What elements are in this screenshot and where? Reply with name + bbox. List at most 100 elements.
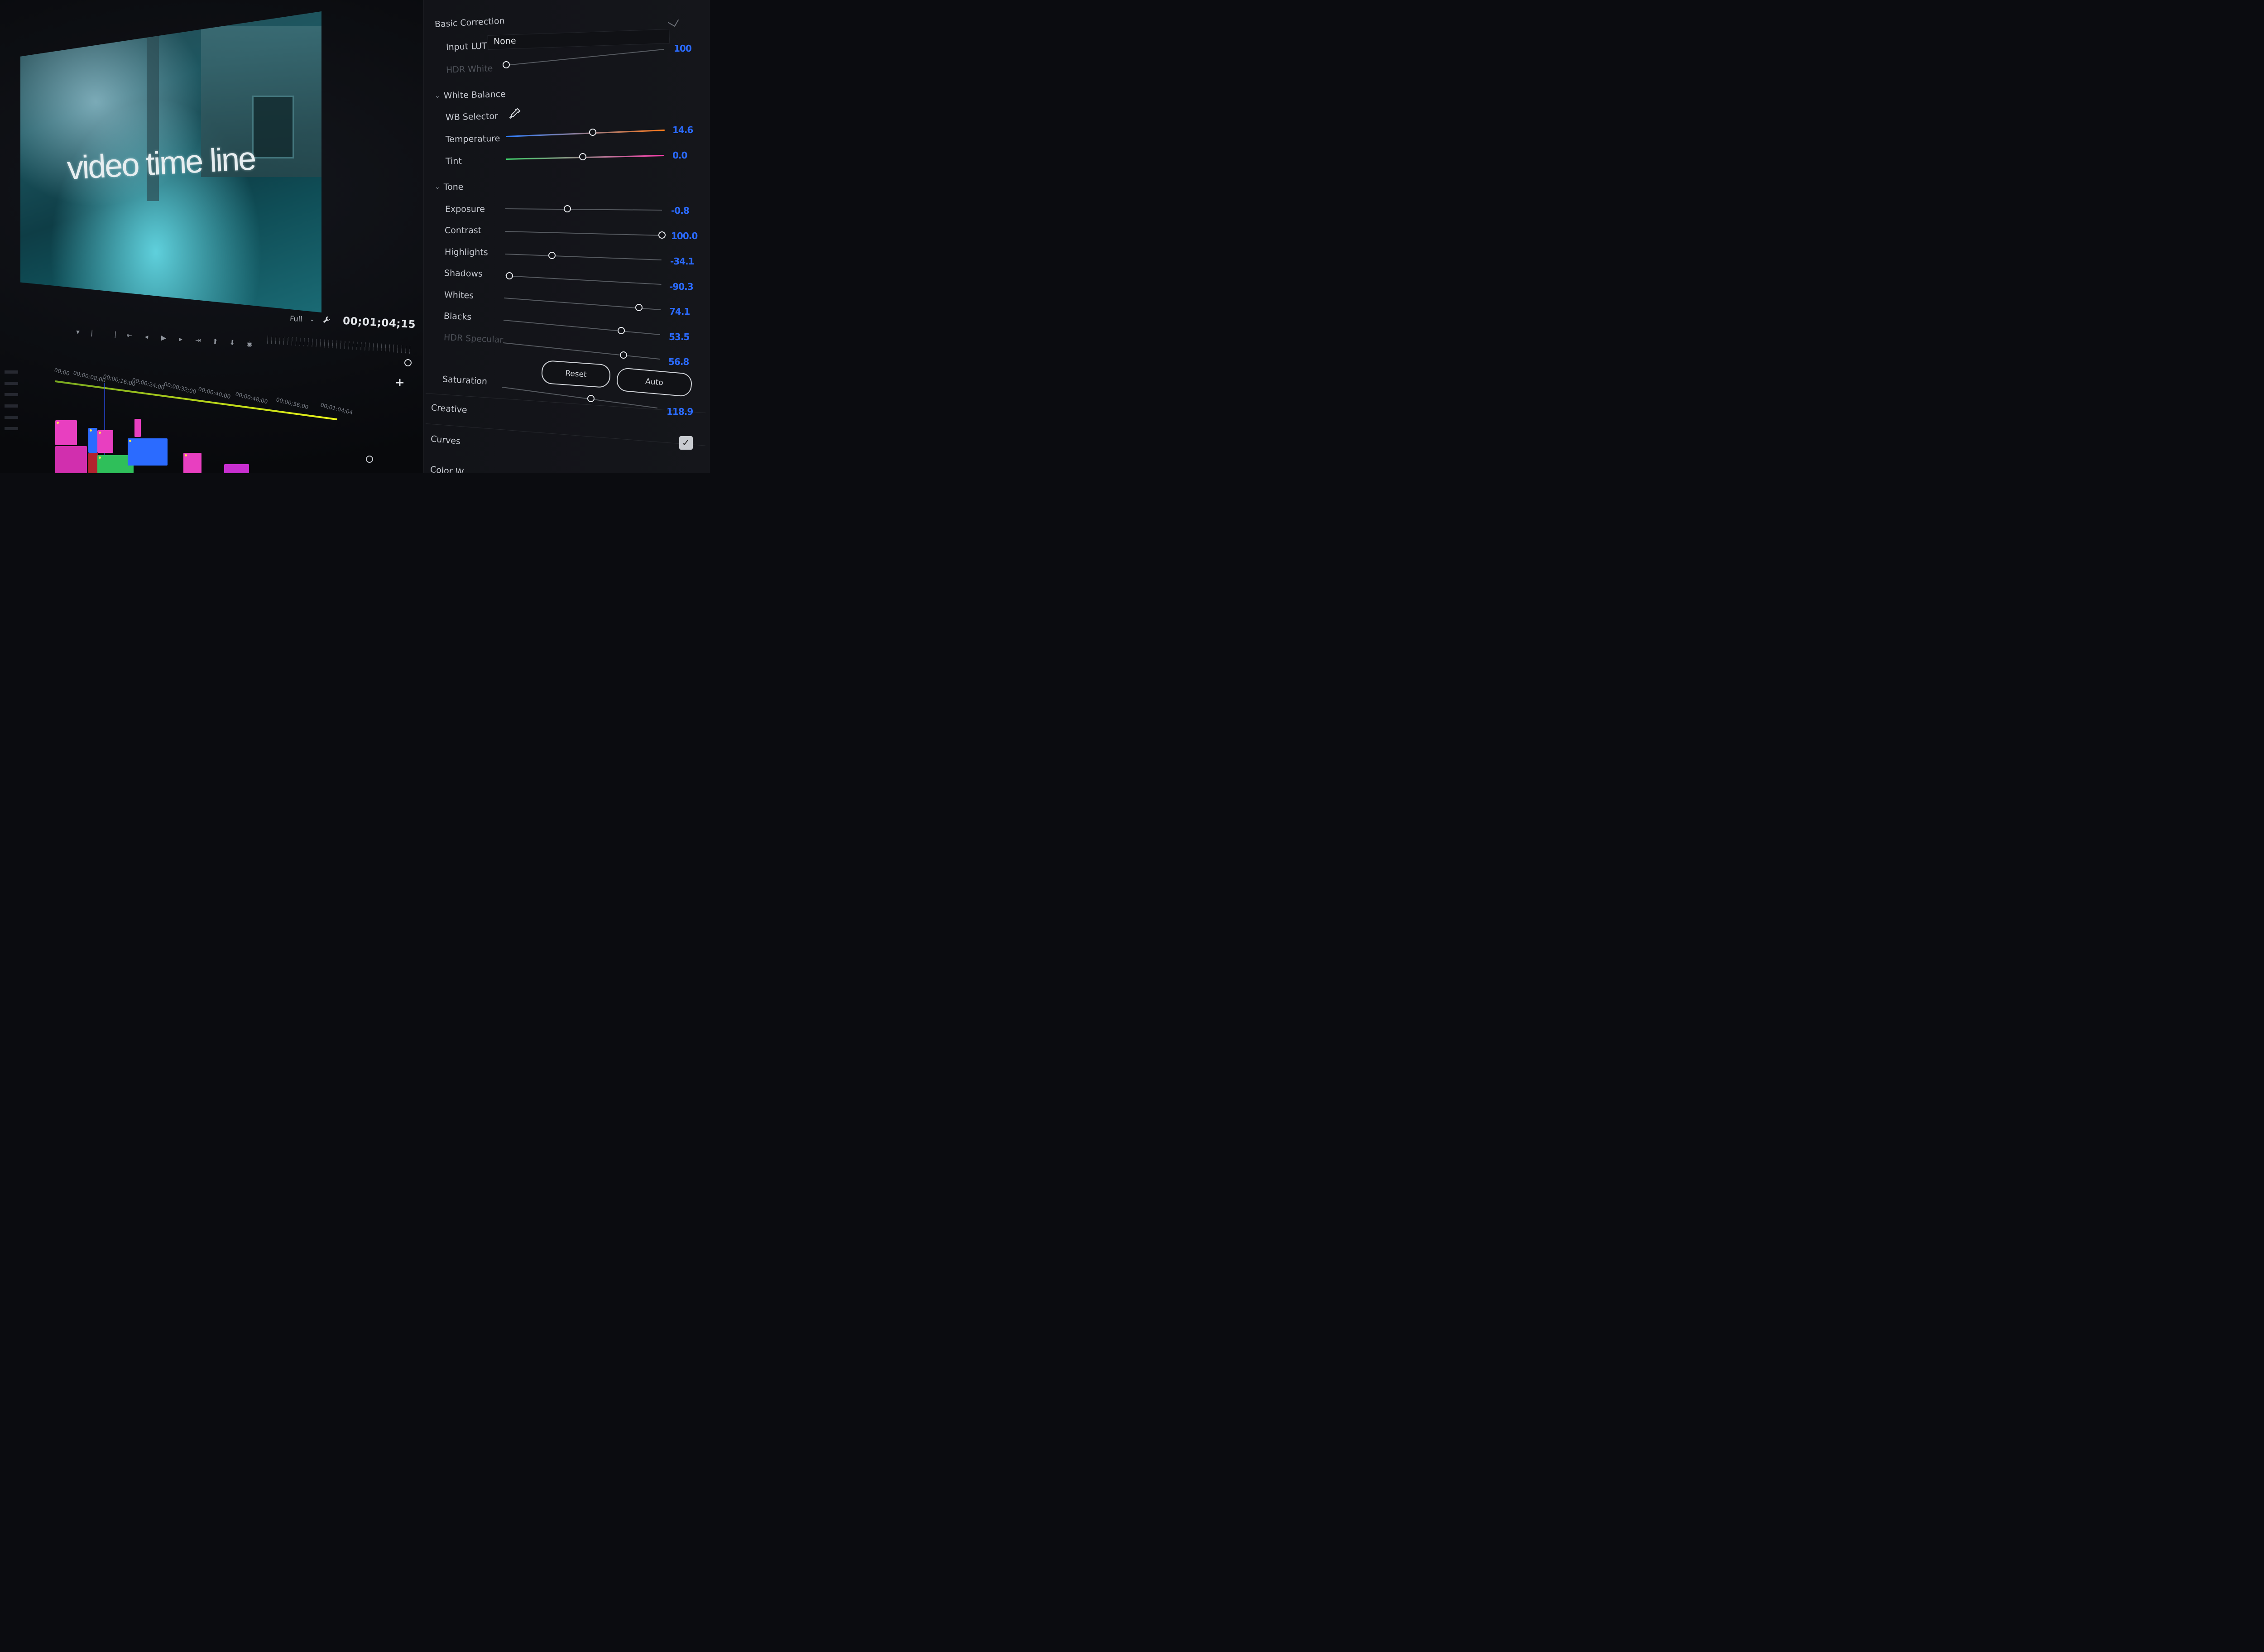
go-to-out-icon[interactable]: ⇥: [192, 336, 204, 346]
tint-label: Tint: [445, 156, 462, 167]
whites-value[interactable]: 74.1: [669, 306, 690, 317]
monitor-controls: Full ⌄ 00;01;04;15: [289, 309, 416, 334]
track-header[interactable]: [5, 416, 18, 419]
preview-window: [252, 96, 294, 159]
timeline-zoom-handle[interactable]: [366, 456, 373, 463]
whites-row: Whites: [444, 288, 474, 303]
hdr-specular-value[interactable]: 56.8: [668, 356, 689, 367]
hdr-white-value[interactable]: 100: [674, 43, 692, 54]
play-icon[interactable]: ▶: [158, 333, 169, 343]
video-clip[interactable]: [55, 420, 77, 445]
track-header[interactable]: [5, 404, 18, 408]
shadows-row: Shadows: [444, 266, 483, 280]
blacks-slider-handle[interactable]: [617, 327, 625, 334]
chevron-down-icon[interactable]: ⌄: [435, 183, 440, 191]
input-lut-value: None: [493, 36, 516, 47]
temperature-label: Temperature: [445, 133, 500, 145]
saturation-value[interactable]: 118.9: [667, 406, 693, 417]
chevron-down-icon[interactable]: ⌄: [435, 92, 440, 100]
timecode-display[interactable]: 00;01;04;15: [342, 315, 416, 331]
time-ruler[interactable]: 00;00 00;00;08;00 00;00;16;00 00;00;24;00 00…: [53, 362, 380, 416]
ruler-timecode: 00;00;40;00: [197, 386, 231, 400]
ruler-timecode: 00;00;48;00: [235, 391, 269, 405]
step-back-icon[interactable]: ◂: [141, 332, 152, 342]
contrast-value[interactable]: 100.0: [671, 231, 698, 241]
highlights-label: Highlights: [444, 247, 488, 258]
video-clip[interactable]: [134, 419, 141, 437]
ruler-timecode: 00;00;56;00: [275, 396, 309, 411]
monitor-scrub-ruler[interactable]: [267, 335, 413, 354]
wrench-icon[interactable]: [322, 315, 332, 325]
whites-slider-handle[interactable]: [635, 304, 643, 312]
creative-heading: Creative: [431, 403, 468, 415]
clip-marker: [185, 454, 187, 456]
go-to-in-icon[interactable]: ⇤: [124, 331, 135, 341]
chevron-down-icon[interactable]: ⌄: [309, 316, 315, 323]
fit-select[interactable]: Full: [290, 314, 302, 323]
section-tone[interactable]: ⌄ Tone: [435, 180, 463, 194]
blacks-row: Blacks: [443, 309, 472, 324]
hdr-specular-row: HDR Specular: [443, 331, 504, 347]
mark-in-icon[interactable]: ⎸: [89, 328, 101, 338]
curves-heading: Curves: [430, 434, 461, 447]
clip-marker: [129, 440, 131, 442]
ruler-timecode: 00;00;08;00: [72, 370, 106, 384]
checkbox-checked-icon[interactable]: ✓: [679, 436, 693, 450]
reset-button[interactable]: Reset: [541, 360, 611, 389]
video-clip[interactable]: [183, 453, 201, 473]
reset-button-label: Reset: [565, 369, 587, 379]
ruler-timecode: 00;00;32;00: [163, 381, 197, 395]
ruler-timecode: 00;00;24;00: [131, 377, 165, 391]
saturation-slider-handle[interactable]: [587, 395, 595, 403]
temperature-slider-handle[interactable]: [589, 129, 596, 136]
hdr-specular-slider-handle[interactable]: [620, 351, 628, 359]
highlights-slider-handle[interactable]: [548, 251, 556, 259]
exposure-row: Exposure: [445, 202, 485, 216]
saturation-row: Saturation: [442, 372, 487, 388]
track-header[interactable]: [5, 393, 18, 396]
exposure-value[interactable]: -0.8: [671, 205, 690, 216]
video-clip[interactable]: [224, 464, 249, 473]
hdr-white-row: HDR White: [446, 62, 493, 77]
blacks-value[interactable]: 53.5: [669, 331, 690, 342]
video-clip[interactable]: [55, 446, 87, 473]
shadows-slider-handle[interactable]: [506, 272, 513, 279]
step-forward-icon[interactable]: ▸: [175, 334, 187, 344]
exposure-slider-handle[interactable]: [563, 205, 571, 213]
clip-marker: [99, 456, 101, 459]
section-curves[interactable]: Curves: [430, 432, 461, 448]
temperature-value[interactable]: 14.6: [672, 125, 693, 135]
highlights-value[interactable]: -34.1: [670, 256, 695, 267]
input-lut-row: Input LUT: [446, 39, 487, 54]
auto-button-label: Auto: [645, 377, 664, 388]
contrast-row: Contrast: [445, 224, 481, 237]
tint-row: Tint: [446, 154, 462, 168]
tint-slider-handle[interactable]: [579, 153, 586, 161]
input-lut-label: Input LUT: [446, 41, 487, 53]
tint-value[interactable]: 0.0: [672, 150, 687, 161]
video-clip[interactable]: [128, 438, 168, 466]
highlights-row: Highlights: [445, 245, 488, 259]
lift-icon[interactable]: ⬆: [210, 336, 221, 346]
track-header[interactable]: [5, 382, 18, 385]
basic-correction-heading: Basic Correction: [434, 15, 505, 30]
export-frame-icon[interactable]: ◉: [244, 339, 255, 349]
contrast-slider-handle[interactable]: [658, 231, 666, 239]
track-header[interactable]: [5, 427, 18, 430]
eyedropper-icon[interactable]: [508, 107, 522, 120]
shadows-value[interactable]: -90.3: [669, 281, 694, 292]
white-balance-heading: White Balance: [443, 89, 506, 101]
video-clip[interactable]: [97, 430, 113, 453]
video-clip[interactable]: [88, 428, 97, 453]
hdr-specular-label: HDR Specular: [443, 332, 504, 345]
mark-out-icon[interactable]: ⎹: [106, 329, 118, 339]
temperature-row: Temperature: [446, 132, 500, 146]
clip-marker: [57, 422, 59, 424]
track-header[interactable]: [5, 370, 18, 374]
extract-icon[interactable]: ⬇: [226, 338, 238, 348]
section-white-balance[interactable]: ⌄ White Balance: [435, 87, 506, 103]
section-creative[interactable]: Creative: [431, 401, 468, 417]
audio-clip[interactable]: [88, 453, 98, 473]
hdr-white-slider-handle[interactable]: [503, 61, 510, 68]
add-marker-icon[interactable]: ▾: [72, 327, 83, 337]
